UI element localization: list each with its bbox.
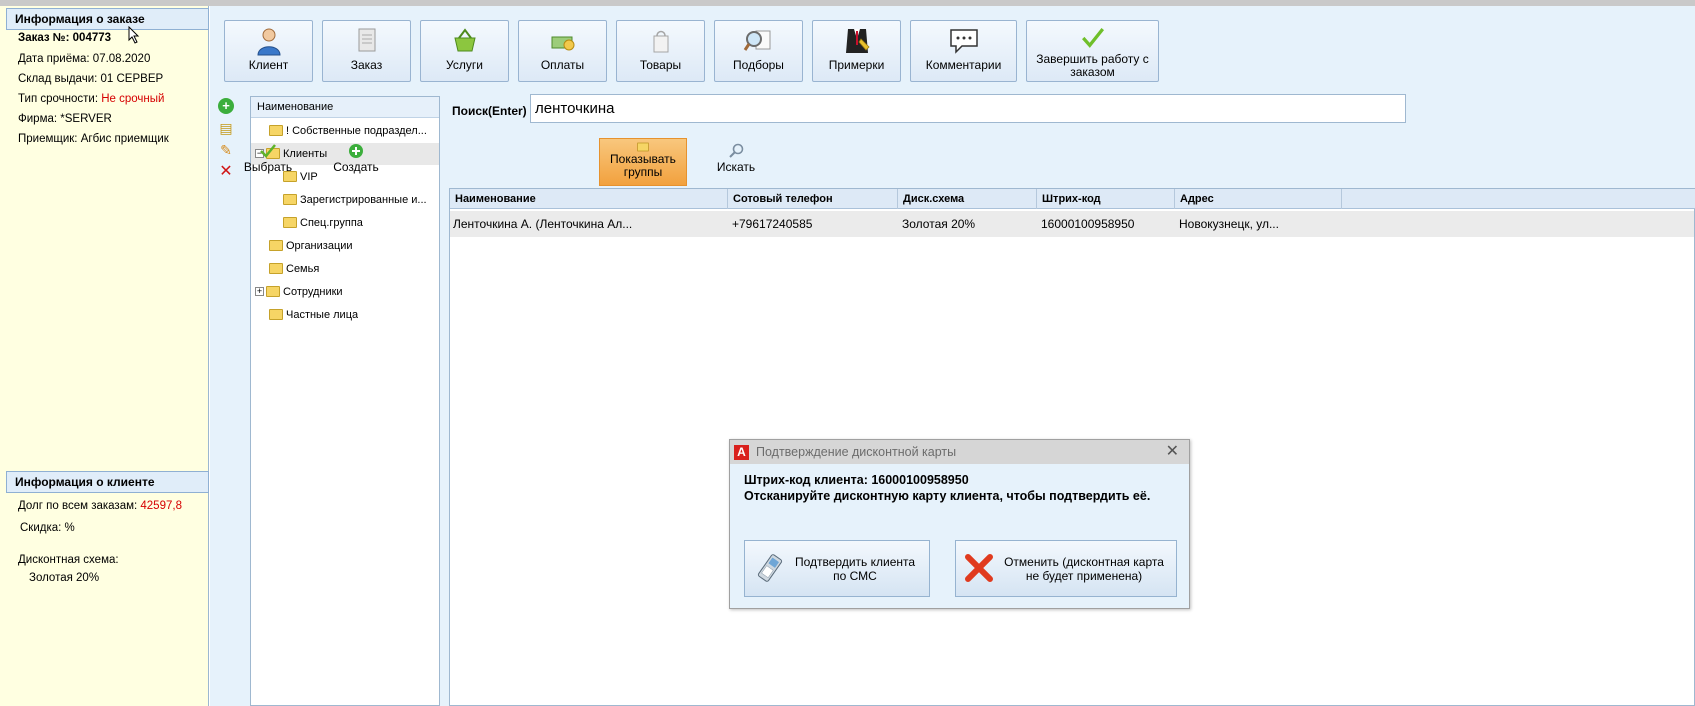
- choose-button[interactable]: Выбрать: [232, 138, 304, 186]
- folder-icon: [283, 193, 297, 205]
- cell-discount-scheme: Золотая 20%: [902, 217, 976, 231]
- client-discount: Скидка: %: [20, 522, 75, 534]
- tree-item-family[interactable]: Семья: [269, 258, 319, 280]
- column-discount-scheme[interactable]: Диск.схема: [898, 189, 1037, 209]
- client-info-header: Информация о клиенте: [6, 471, 209, 493]
- search-icon: [729, 143, 744, 158]
- tree-item-special-group[interactable]: Спец.группа: [283, 212, 363, 234]
- phone-icon: [757, 554, 783, 582]
- goods-button[interactable]: Товары: [616, 20, 705, 82]
- suit-icon: [845, 29, 870, 53]
- cell-address: Новокузнецк, ул...: [1179, 217, 1279, 231]
- document-icon: [358, 28, 375, 52]
- client-discount-scheme-value: Золотая 20%: [29, 572, 100, 584]
- table-row[interactable]: Ленточкина А. (Ленточкина Ал... +7961724…: [450, 211, 1694, 237]
- column-barcode[interactable]: Штрих-код: [1037, 189, 1175, 209]
- folder-icon: [269, 308, 283, 320]
- user-icon: [256, 28, 281, 56]
- client-debt: Долг по всем заказам: 42597,8: [18, 500, 182, 512]
- fittings-button[interactable]: Примерки: [812, 20, 901, 82]
- folder-icon: [269, 262, 283, 274]
- shopping-bag-icon: [653, 30, 668, 53]
- folder-icon: [266, 285, 280, 297]
- payments-button[interactable]: Оплаты: [518, 20, 607, 82]
- order-info-header: Информация о заказе: [6, 8, 209, 30]
- folder-icon: [269, 124, 283, 136]
- search-label: Поиск(Enter): [452, 104, 527, 118]
- dialog-barcode-line: Штрих-код клиента: 16000100958950: [744, 473, 969, 487]
- tree-item-private-persons[interactable]: Частные лица: [269, 304, 358, 326]
- services-button[interactable]: Услуги: [420, 20, 509, 82]
- finish-order-button[interactable]: Завершить работу с заказом: [1026, 20, 1159, 82]
- tree-item-employees[interactable]: + Сотрудники: [255, 281, 343, 303]
- folder-icon: [269, 239, 283, 251]
- column-address[interactable]: Адрес: [1175, 189, 1342, 209]
- column-mobile-phone[interactable]: Сотовый телефон: [728, 189, 898, 209]
- add-icon: [349, 144, 363, 158]
- add-icon[interactable]: +: [218, 98, 234, 114]
- client-button[interactable]: Клиент: [224, 20, 313, 82]
- folder-icon: [283, 216, 297, 228]
- comments-button[interactable]: Комментарии: [910, 20, 1017, 82]
- mouse-cursor-icon: [128, 26, 140, 44]
- search-button[interactable]: Искать: [700, 138, 772, 186]
- confirm-by-sms-button[interactable]: Подтвердить клиента по СМС: [744, 540, 930, 597]
- checkmark-icon: [1081, 28, 1104, 48]
- comment-icon: [949, 29, 978, 54]
- client-discount-scheme-label: Дисконтная схема:: [18, 554, 119, 566]
- dialog-title: Подтверждение дисконтной карты: [756, 445, 957, 459]
- close-icon[interactable]: ✕: [1166, 440, 1179, 464]
- table-header: Наименование Сотовый телефон Диск.схема …: [450, 189, 1695, 209]
- order-warehouse: Склад выдачи: 01 СЕРВЕР: [18, 73, 164, 85]
- order-firm: Фирма: *SERVER: [18, 113, 112, 125]
- group-tree: Наименование ! Собственные подраздел... …: [250, 96, 440, 706]
- order-button[interactable]: Заказ: [322, 20, 411, 82]
- dialog-title-bar: A Подтверждение дисконтной карты ✕: [730, 440, 1189, 464]
- selections-button[interactable]: Подборы: [714, 20, 803, 82]
- info-sidebar: Информация о заказе Заказ №: 004773 Дата…: [0, 6, 209, 706]
- dialog-instruction: Отсканируйте дисконтную карту клиента, ч…: [744, 489, 1151, 503]
- cell-name: Ленточкина А. (Ленточкина Ал...: [453, 217, 633, 231]
- create-button[interactable]: Создать: [320, 138, 392, 186]
- basket-icon: [453, 28, 476, 52]
- app-logo-icon: A: [734, 445, 749, 460]
- cell-barcode: 16000100958950: [1041, 217, 1135, 231]
- cancel-icon: [965, 554, 993, 582]
- order-received-date: Дата приёма: 07.08.2020: [18, 53, 151, 65]
- money-icon: [551, 36, 574, 51]
- order-urgency: Тип срочности: Не срочный: [18, 93, 165, 105]
- column-name[interactable]: Наименование: [450, 189, 728, 209]
- tree-item-registered[interactable]: Зарегистрированные и...: [283, 189, 439, 211]
- magnifier-icon: [743, 30, 770, 51]
- folder-book-icon[interactable]: ▤: [218, 120, 234, 136]
- cell-mobile-phone: +79617240585: [732, 217, 813, 231]
- tree-header: Наименование: [251, 97, 439, 118]
- discount-card-confirmation-dialog: A Подтверждение дисконтной карты ✕ Штрих…: [729, 439, 1190, 609]
- expand-icon[interactable]: +: [255, 286, 264, 296]
- tree-item-organizations[interactable]: Организации: [269, 235, 353, 257]
- search-input[interactable]: [530, 94, 1406, 123]
- cancel-discount-button[interactable]: Отменить (дисконтная карта не будет приме…: [955, 540, 1177, 597]
- order-receiver: Приемщик: Агбис приемщик: [18, 133, 169, 145]
- order-number: Заказ №: 004773: [18, 32, 112, 44]
- show-groups-button[interactable]: Показывать группы: [599, 138, 687, 186]
- checkmark-icon: [260, 144, 276, 158]
